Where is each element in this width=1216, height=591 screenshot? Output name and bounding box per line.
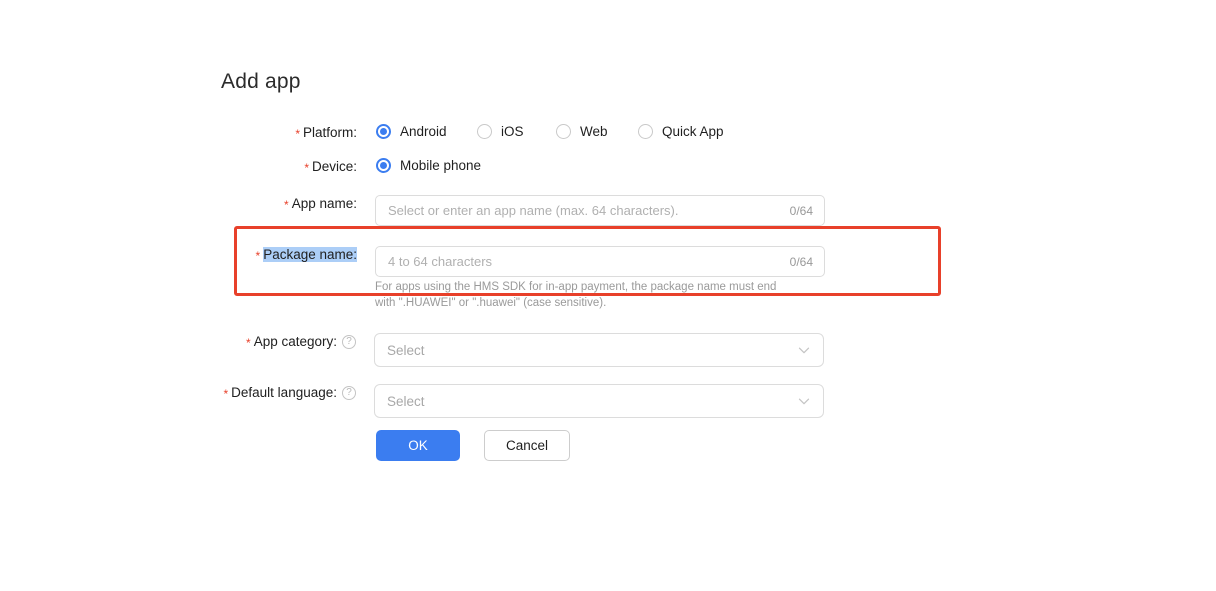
platform-label: * Platform: xyxy=(295,125,357,141)
required-asterisk: * xyxy=(304,161,309,175)
ok-button[interactable]: OK xyxy=(376,430,460,461)
radio-indicator[interactable] xyxy=(556,124,571,139)
required-asterisk: * xyxy=(223,387,229,401)
package-name-hint: For apps using the HMS SDK for in-app pa… xyxy=(375,281,777,309)
app-name-placeholder: Select or enter an app name (max. 64 cha… xyxy=(388,203,679,218)
page-title: Add app xyxy=(221,70,301,93)
form-row-app-category: * App category: ? Select xyxy=(217,333,824,367)
radio-label: iOS xyxy=(501,124,524,139)
radio-label: Quick App xyxy=(662,124,724,139)
radio-option-android[interactable]: Android xyxy=(376,124,477,139)
device-label: * Device: xyxy=(304,159,357,175)
radio-indicator[interactable] xyxy=(638,124,653,139)
help-circle-icon[interactable]: ? xyxy=(342,386,356,400)
package-name-label: * Package name: xyxy=(217,246,357,264)
radio-indicator[interactable] xyxy=(477,124,492,139)
radio-label: Mobile phone xyxy=(400,158,482,173)
dialog-actions: OK Cancel xyxy=(376,430,570,461)
app-category-label: * App category: xyxy=(246,334,337,350)
required-asterisk: * xyxy=(255,249,261,263)
app-name-counter: 0/64 xyxy=(789,203,813,218)
device-radio-group[interactable]: Mobile phone xyxy=(376,158,481,173)
radio-option-ios[interactable]: iOS xyxy=(477,124,556,139)
form-row-default-language: * Default language: ? Select xyxy=(217,384,824,418)
required-asterisk: * xyxy=(246,336,251,350)
radio-label: Web xyxy=(580,124,608,139)
radio-indicator[interactable] xyxy=(376,124,391,139)
add-app-dialog: Add app * Platform: Android iOS Web Quic… xyxy=(0,0,1216,591)
default-language-select[interactable]: Select xyxy=(374,384,824,418)
app-name-label: * App name: xyxy=(284,196,357,212)
package-name-input[interactable]: 4 to 64 characters 0/64 xyxy=(375,246,825,277)
default-language-label: * Default language: xyxy=(223,385,337,401)
radio-option-quick-app[interactable]: Quick App xyxy=(638,124,724,139)
app-category-select[interactable]: Select xyxy=(374,333,824,367)
app-category-placeholder: Select xyxy=(387,342,425,358)
radio-indicator[interactable] xyxy=(376,158,391,173)
form-row-platform: * Platform: Android iOS Web Quick App xyxy=(217,124,724,142)
chevron-down-icon[interactable] xyxy=(795,341,813,359)
package-name-placeholder: 4 to 64 characters xyxy=(388,254,493,269)
default-language-placeholder: Select xyxy=(387,393,425,409)
help-circle-icon[interactable]: ? xyxy=(342,335,356,349)
form-row-package-name: * Package name: 4 to 64 characters 0/64 xyxy=(217,246,825,277)
package-name-label-text-selected: Package name: xyxy=(263,247,357,262)
chevron-down-icon[interactable] xyxy=(795,392,813,410)
required-asterisk: * xyxy=(295,127,300,141)
package-name-counter: 0/64 xyxy=(789,254,813,269)
radio-label: Android xyxy=(400,124,447,139)
cancel-button[interactable]: Cancel xyxy=(484,430,570,461)
radio-option-mobile-phone[interactable]: Mobile phone xyxy=(376,158,481,173)
form-row-app-name: * App name: Select or enter an app name (… xyxy=(217,195,825,226)
radio-option-web[interactable]: Web xyxy=(556,124,638,139)
form-row-device: * Device: Mobile phone xyxy=(217,158,481,176)
platform-radio-group[interactable]: Android iOS Web Quick App xyxy=(376,124,724,139)
required-asterisk: * xyxy=(284,198,289,212)
app-name-input[interactable]: Select or enter an app name (max. 64 cha… xyxy=(375,195,825,226)
